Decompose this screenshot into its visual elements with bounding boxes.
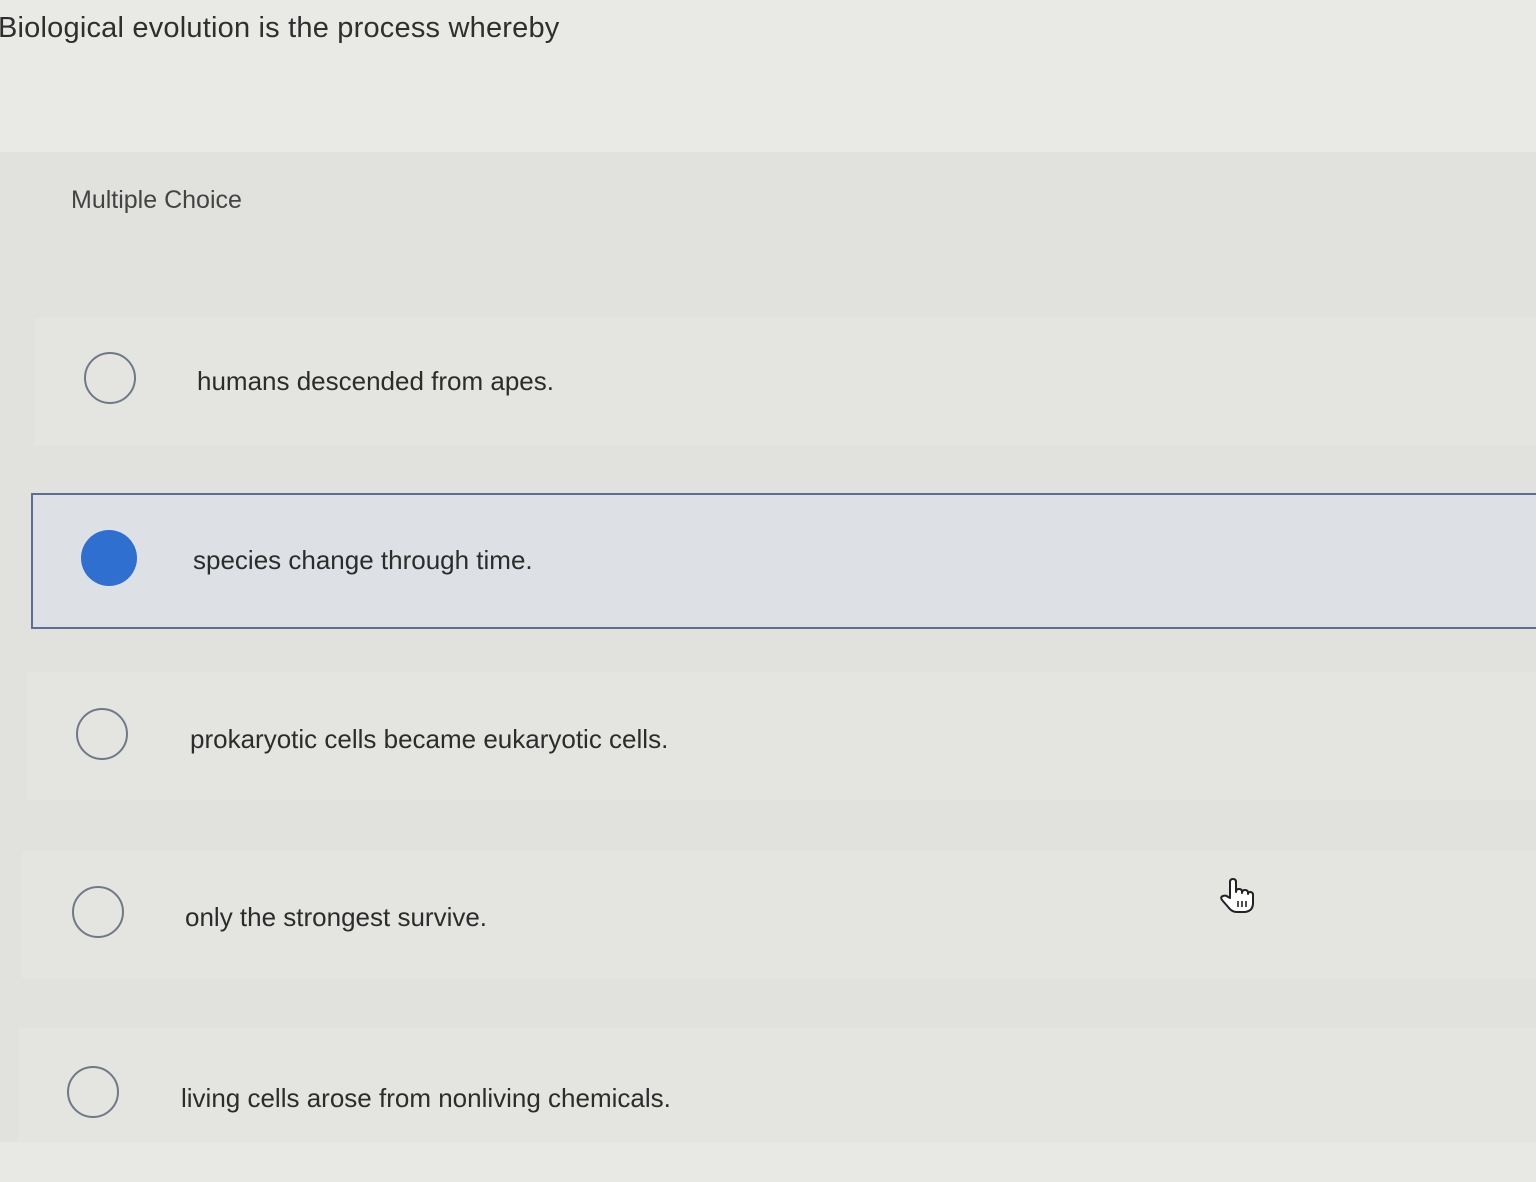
radio-button-checked[interactable] xyxy=(81,530,137,586)
question-type-label: Multiple Choice xyxy=(71,186,242,214)
radio-button[interactable] xyxy=(76,708,128,760)
radio-button[interactable] xyxy=(72,886,124,938)
choice-label: species change through time. xyxy=(193,545,533,575)
choice-label: humans descended from apes. xyxy=(197,366,554,396)
choice-label: prokaryotic cells became eukaryotic cell… xyxy=(190,724,669,754)
hand-pointer-icon xyxy=(1216,876,1256,916)
choice-option[interactable]: humans descended from apes. xyxy=(34,318,1536,446)
radio-button[interactable] xyxy=(67,1066,119,1118)
choice-option[interactable]: prokaryotic cells became eukaryotic cell… xyxy=(26,672,1536,800)
choice-option-selected[interactable]: species change through time. xyxy=(31,493,1536,629)
choice-label: only the strongest survive. xyxy=(185,902,488,932)
question-text: Biological evolution is the process wher… xyxy=(0,12,560,44)
choice-label: living cells arose from nonliving chemic… xyxy=(181,1083,671,1113)
footer-band xyxy=(0,1142,1536,1182)
choice-option[interactable]: only the strongest survive. xyxy=(22,850,1536,978)
radio-button[interactable] xyxy=(84,352,136,404)
answer-panel xyxy=(0,152,1536,1142)
choice-option[interactable]: living cells arose from nonliving chemic… xyxy=(18,1028,1536,1156)
